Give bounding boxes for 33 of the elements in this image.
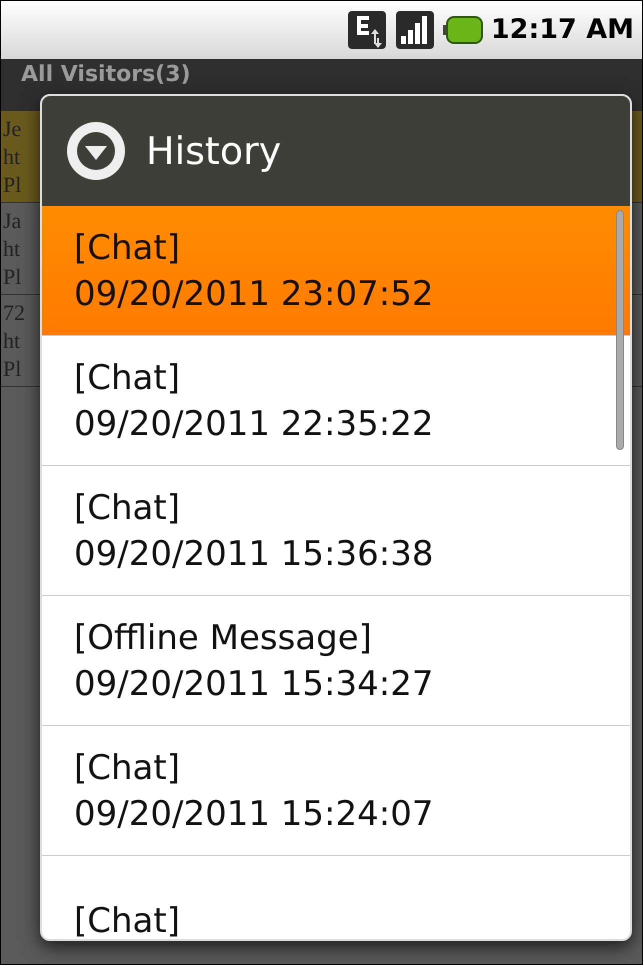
entry-time: 09/20/2011 23:07:52 [74,272,434,316]
visitor-text: Je [3,114,22,142]
data-network-icon [346,10,387,50]
dialog-title: History [146,128,282,174]
entry-type: [Chat] [74,356,180,400]
visitor-text: Pl [3,262,22,290]
entry-time: 09/20/2011 22:35:22 [74,402,434,446]
history-item[interactable]: [Chat] 09/20/2011 22:35:22 [42,336,630,466]
entry-type: [Chat] [74,226,180,270]
history-item[interactable]: [Chat] 09/20/2011 15:24:07 [42,726,630,856]
visitor-text: Pl [3,170,22,198]
history-item[interactable]: [Offline Message] 09/20/2011 15:34:27 [42,596,630,726]
entry-type: [Chat] [74,900,180,939]
history-item[interactable]: [Chat] 09/20/2011 15:36:38 [42,466,630,596]
battery-icon [442,15,483,45]
visitor-text: ht [3,234,20,262]
history-item[interactable]: [Chat] [42,856,630,939]
visitor-text: Ja [3,206,22,234]
visitor-text: Pl [3,354,22,382]
visitor-text: ht [3,142,20,170]
entry-time: 09/20/2011 15:34:27 [74,662,434,706]
signal-icon [394,10,435,50]
screen-title: All Visitors(3) [21,62,191,88]
history-icon [66,121,126,181]
entry-time: 09/20/2011 15:24:07 [74,792,434,836]
entry-time: 09/20/2011 15:36:38 [74,532,434,576]
clock: 12:17 AM [490,12,634,47]
entry-type: [Offline Message] [74,616,372,660]
history-item[interactable]: [Chat] 09/20/2011 23:07:52 [42,206,630,336]
visitor-text: 72 [3,298,25,326]
visitor-text: ht [3,326,20,354]
entry-type: [Chat] [74,746,180,790]
entry-type: [Chat] [74,486,180,530]
